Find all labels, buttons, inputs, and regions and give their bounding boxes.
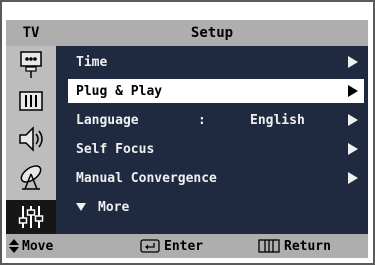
menu-item-plug-and-play[interactable]: Plug & Play xyxy=(68,79,364,103)
right-arrow-icon xyxy=(348,85,358,97)
menu-item-language[interactable]: Language : English xyxy=(68,108,364,132)
menu-bars-icon xyxy=(258,239,280,253)
down-arrow-icon xyxy=(76,203,86,211)
right-arrow-icon xyxy=(348,172,358,184)
osd-menu: TV Setup Time Plug & Play Language: Eng… xyxy=(6,16,368,258)
enter-label: Enter xyxy=(164,238,204,254)
picture-icon[interactable] xyxy=(14,50,48,80)
move-label: Move xyxy=(22,238,54,254)
menu-item-time[interactable]: Time xyxy=(68,50,364,74)
antenna-icon[interactable] xyxy=(14,162,48,192)
language-value: English xyxy=(250,112,305,128)
right-arrow-icon xyxy=(348,56,358,68)
speaker-icon[interactable] xyxy=(14,124,48,154)
menu-item-manual-convergence[interactable]: Manual Convergence xyxy=(68,166,364,190)
menu-item-label: Manual Convergence xyxy=(76,170,217,186)
enter-icon xyxy=(140,239,160,253)
setup-menu-list: Time Plug & Play Language : English Self… xyxy=(56,46,368,234)
footer-enter: Enter xyxy=(140,239,203,254)
menu-item-more[interactable]: More xyxy=(68,195,364,219)
footer-help-bar: Move Enter Return xyxy=(6,234,368,258)
menu-item-label: Time xyxy=(76,54,108,70)
menu-item-label: Language xyxy=(76,112,139,128)
return-label: Return xyxy=(284,238,331,254)
footer-return: Return xyxy=(258,239,331,254)
up-down-arrows-icon xyxy=(9,239,19,253)
menu-item-label: Plug & Play xyxy=(76,83,163,99)
sidebar xyxy=(6,46,56,234)
tv-tab-label: TV xyxy=(6,20,56,46)
right-arrow-icon xyxy=(348,114,358,126)
right-arrow-icon xyxy=(348,143,358,155)
setup-icon[interactable] xyxy=(6,200,56,234)
menu-item-separator: : xyxy=(198,112,206,128)
sound-icon[interactable] xyxy=(14,86,48,116)
menu-item-label: Self Focus xyxy=(76,141,155,157)
menu-item-self-focus[interactable]: Self Focus xyxy=(68,137,364,161)
menu-title: Setup xyxy=(56,20,368,46)
tv-screen-frame: TV Setup Time Plug & Play Language: Eng… xyxy=(0,0,375,265)
footer-move: Move xyxy=(8,238,53,254)
menu-item-label: More xyxy=(98,199,130,215)
